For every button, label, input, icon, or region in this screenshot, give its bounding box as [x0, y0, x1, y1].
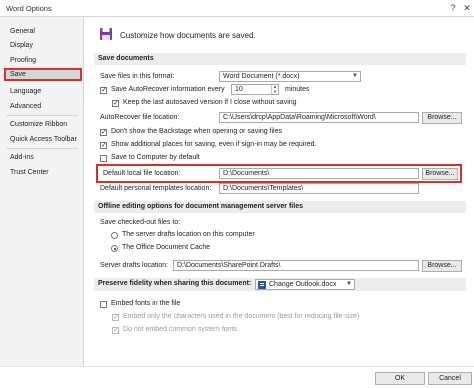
- autorecover-checkbox[interactable]: ✓: [100, 87, 107, 94]
- default-local-input[interactable]: D:\Documents\: [219, 168, 419, 179]
- embed-fonts-label: Embed fonts in the file: [111, 300, 181, 307]
- save-options-panel: Customize how documents are saved. Save …: [85, 17, 474, 366]
- nav-divider: [6, 148, 78, 149]
- window-title: Word Options: [6, 4, 52, 13]
- additional-places-label: Show additional places for saving, even …: [111, 141, 317, 148]
- fidelity-document-select[interactable]: Change Outlook.docx ▼: [255, 279, 355, 290]
- default-templates-label: Default personal templates location:: [100, 185, 212, 192]
- server-drafts-radio-label: The server drafts location on this compu…: [122, 231, 255, 238]
- stepper-arrows-icon[interactable]: ▲ ▼: [271, 84, 278, 94]
- keep-last-checkbox[interactable]: ✓: [112, 100, 119, 107]
- embed-fonts-checkbox[interactable]: [100, 301, 107, 308]
- default-templates-input[interactable]: D:\Documents\Templates\: [219, 183, 419, 194]
- nav-item-add-ins[interactable]: Add-ins: [4, 151, 82, 164]
- ok-button[interactable]: OK: [375, 372, 425, 385]
- save-icon: [100, 28, 112, 40]
- autorecover-minutes-stepper[interactable]: 10 ▲ ▼: [231, 84, 279, 95]
- nav-item-display[interactable]: Display: [4, 39, 82, 52]
- server-drafts-location-label: Server drafts location:: [100, 262, 169, 269]
- backstage-label: Don't show the Backstage when opening or…: [111, 128, 282, 135]
- fidelity-document-value: Change Outlook.docx: [269, 281, 337, 288]
- keep-last-label: Keep the last autosaved version if I clo…: [123, 99, 297, 106]
- save-computer-label: Save to Computer by default: [111, 154, 200, 161]
- server-drafts-radio[interactable]: [111, 232, 118, 239]
- section-offline-editing: Offline editing options for document man…: [94, 201, 466, 213]
- autorecover-location-input[interactable]: C:\Users\drcp\AppData\Roaming\Microsoft\…: [219, 112, 419, 123]
- chevron-down-icon: ▼: [352, 73, 358, 79]
- embed-only-used-checkbox[interactable]: ✓: [112, 314, 119, 321]
- server-drafts-browse-button[interactable]: Browse...: [422, 260, 462, 272]
- nav-item-advanced[interactable]: Advanced: [4, 100, 82, 113]
- no-common-fonts-checkbox[interactable]: ✓: [112, 327, 119, 334]
- default-local-label: Default local file location:: [103, 170, 181, 177]
- autorecover-label: Save AutoRecover information every: [111, 86, 225, 93]
- default-local-browse-button[interactable]: Browse...: [422, 168, 458, 180]
- autorecover-minutes-value: 10: [235, 86, 243, 93]
- embed-only-used-label: Embed only the characters used in the do…: [123, 313, 360, 320]
- office-cache-radio[interactable]: [111, 245, 118, 252]
- title-bar: Word Options ? ✕: [0, 0, 474, 17]
- close-icon[interactable]: ✕: [460, 2, 474, 14]
- additional-places-checkbox[interactable]: ✓: [100, 142, 107, 149]
- minutes-label: minutes: [285, 86, 310, 93]
- autorecover-browse-button[interactable]: Browse...: [422, 112, 462, 124]
- nav-item-language[interactable]: Language: [4, 85, 82, 98]
- nav-divider: [6, 115, 78, 116]
- page-header: Customize how documents are saved.: [120, 31, 256, 40]
- nav-item-quick-access-toolbar[interactable]: Quick Access Toolbar: [4, 133, 82, 146]
- nav-item-save[interactable]: Save: [4, 68, 82, 81]
- no-common-fonts-label: Do not embed common system fonts: [123, 326, 237, 333]
- help-icon[interactable]: ?: [446, 2, 460, 14]
- word-document-icon: [258, 281, 266, 289]
- nav-item-proofing[interactable]: Proofing: [4, 54, 82, 67]
- nav-item-customize-ribbon[interactable]: Customize Ribbon: [4, 118, 82, 131]
- checked-out-label: Save checked-out files to:: [100, 219, 181, 226]
- nav-item-general[interactable]: General: [4, 25, 82, 38]
- section-save-documents: Save documents: [94, 53, 466, 65]
- office-cache-radio-label: The Office Document Cache: [122, 244, 211, 251]
- options-nav: General Display Proofing Save Language A…: [0, 17, 84, 366]
- dialog-footer: OK Cancel: [0, 366, 474, 388]
- format-select[interactable]: Word Document (*.docx) ▼: [219, 71, 361, 82]
- save-computer-checkbox[interactable]: [100, 155, 107, 162]
- nav-item-trust-center[interactable]: Trust Center: [4, 166, 82, 179]
- autorecover-location-label: AutoRecover file location:: [100, 114, 180, 121]
- backstage-checkbox[interactable]: ✓: [100, 129, 107, 136]
- fidelity-title: Preserve fidelity when sharing this docu…: [98, 280, 252, 287]
- cancel-button[interactable]: Cancel: [428, 372, 472, 385]
- format-select-value: Word Document (*.docx): [223, 73, 300, 80]
- format-label: Save files in this format:: [100, 73, 175, 80]
- chevron-down-icon: ▼: [346, 281, 352, 287]
- server-drafts-location-input[interactable]: D:\Documents\SharePoint Drafts\: [173, 260, 419, 271]
